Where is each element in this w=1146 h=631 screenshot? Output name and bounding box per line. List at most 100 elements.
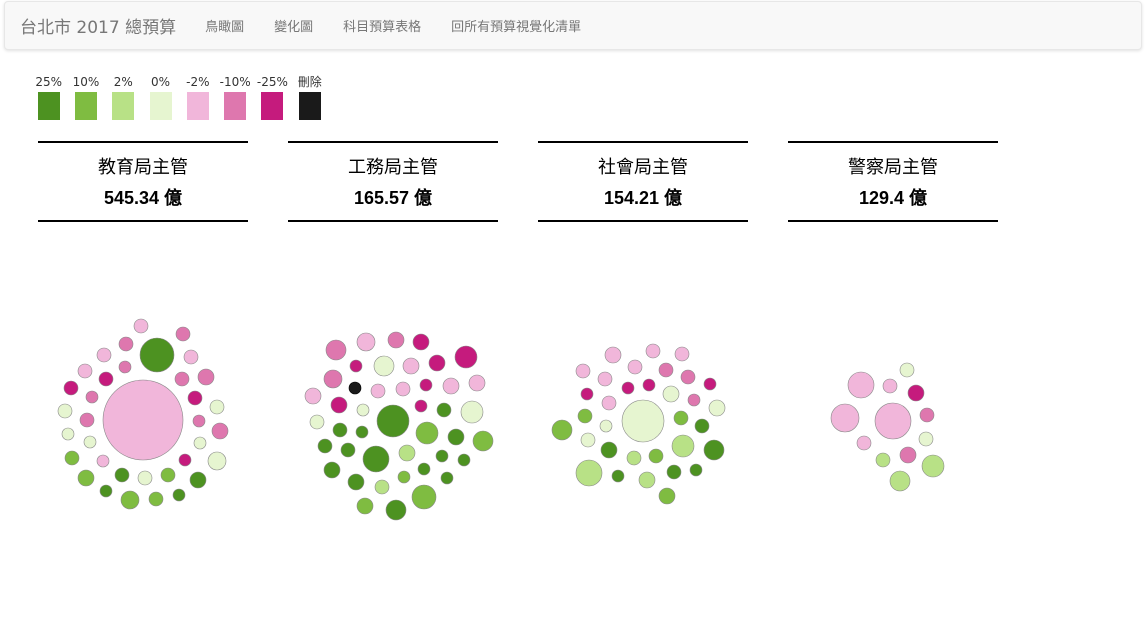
budget-item-bubble[interactable] xyxy=(209,399,225,415)
budget-item-bubble[interactable] xyxy=(374,479,390,495)
budget-item-bubble[interactable] xyxy=(611,469,625,483)
budget-item-bubble[interactable] xyxy=(673,410,689,426)
budget-item-bubble[interactable] xyxy=(398,444,416,462)
budget-item-bubble[interactable] xyxy=(174,371,190,387)
budget-item-bubble[interactable] xyxy=(468,374,486,392)
budget-item-bubble[interactable] xyxy=(183,349,199,365)
budget-item-bubble[interactable] xyxy=(64,450,80,466)
budget-item-bubble[interactable] xyxy=(332,422,348,438)
budget-item-bubble[interactable] xyxy=(385,499,407,521)
budget-item-bubble[interactable] xyxy=(197,368,215,386)
budget-item-bubble[interactable] xyxy=(889,470,911,492)
budget-item-bubble[interactable] xyxy=(621,381,635,395)
budget-item-bubble[interactable] xyxy=(61,427,75,441)
budget-item-bubble[interactable] xyxy=(666,464,682,480)
budget-item-bubble[interactable] xyxy=(674,346,690,362)
budget-item-bubble[interactable] xyxy=(671,434,695,458)
budget-item-bubble[interactable] xyxy=(148,491,164,507)
budget-item-bubble[interactable] xyxy=(348,381,362,395)
budget-item-bubble[interactable] xyxy=(442,377,460,395)
budget-item-bubble[interactable] xyxy=(875,452,891,468)
budget-item-bubble[interactable] xyxy=(77,363,93,379)
budget-item-bubble[interactable] xyxy=(856,435,872,451)
budget-item-bubble[interactable] xyxy=(599,419,613,433)
budget-item-bubble[interactable] xyxy=(830,403,860,433)
budget-item-bubble[interactable] xyxy=(192,414,206,428)
budget-item-bubble[interactable] xyxy=(460,400,484,424)
budget-item-bubble[interactable] xyxy=(83,435,97,449)
budget-item-bubble[interactable] xyxy=(325,339,347,361)
budget-item-bubble[interactable] xyxy=(120,490,140,510)
budget-item-bubble[interactable] xyxy=(387,331,405,349)
budget-item-bubble[interactable] xyxy=(658,362,674,378)
budget-item-bubble[interactable] xyxy=(96,347,112,363)
budget-item-bubble[interactable] xyxy=(207,451,227,471)
budget-item-bubble[interactable] xyxy=(63,380,79,396)
budget-item-bubble[interactable] xyxy=(626,450,642,466)
budget-item-bubble[interactable] xyxy=(882,378,898,394)
budget-item-bubble[interactable] xyxy=(356,332,376,352)
budget-item-bubble[interactable] xyxy=(648,448,664,464)
budget-item-bubble[interactable] xyxy=(397,470,411,484)
budget-item-bubble[interactable] xyxy=(356,497,374,515)
budget-item-bubble[interactable] xyxy=(457,453,471,467)
budget-item-bubble[interactable] xyxy=(575,363,591,379)
budget-item-bubble[interactable] xyxy=(376,404,410,438)
budget-item-bubble[interactable] xyxy=(454,345,478,369)
budget-item-bubble[interactable] xyxy=(689,463,703,477)
budget-item-bubble[interactable] xyxy=(627,359,643,375)
budget-item-bubble[interactable] xyxy=(323,369,343,389)
budget-item-bubble[interactable] xyxy=(575,459,603,487)
budget-item-bubble[interactable] xyxy=(211,422,229,440)
budget-item-bubble[interactable] xyxy=(645,343,661,359)
budget-item-bubble[interactable] xyxy=(85,390,99,404)
budget-item-bubble[interactable] xyxy=(435,449,449,463)
budget-item-bubble[interactable] xyxy=(658,487,676,505)
budget-item-bubble[interactable] xyxy=(580,432,596,448)
budget-item-bubble[interactable] xyxy=(133,318,149,334)
budget-item-bubble[interactable] xyxy=(642,378,656,392)
budget-item-bubble[interactable] xyxy=(703,377,717,391)
budget-item-bubble[interactable] xyxy=(102,379,184,461)
budget-item-bubble[interactable] xyxy=(847,371,875,399)
budget-item-bubble[interactable] xyxy=(178,453,192,467)
budget-item-bubble[interactable] xyxy=(309,414,325,430)
budget-item-bubble[interactable] xyxy=(193,436,207,450)
budget-item-bubble[interactable] xyxy=(172,488,186,502)
budget-item-bubble[interactable] xyxy=(187,390,203,406)
budget-item-bubble[interactable] xyxy=(340,442,356,458)
budget-item-bubble[interactable] xyxy=(411,484,437,510)
budget-item-bubble[interactable] xyxy=(362,445,390,473)
budget-item-bubble[interactable] xyxy=(317,438,333,454)
budget-item-bubble[interactable] xyxy=(304,387,322,405)
budget-item-bubble[interactable] xyxy=(118,360,132,374)
budget-item-bubble[interactable] xyxy=(96,454,110,468)
budget-item-bubble[interactable] xyxy=(436,402,452,418)
budget-item-bubble[interactable] xyxy=(323,461,341,479)
budget-item-bubble[interactable] xyxy=(395,381,411,397)
budget-item-bubble[interactable] xyxy=(680,369,696,385)
budget-item-bubble[interactable] xyxy=(370,383,386,399)
budget-item-bubble[interactable] xyxy=(175,326,191,342)
budget-item-bubble[interactable] xyxy=(580,387,594,401)
budget-item-bubble[interactable] xyxy=(600,441,618,459)
budget-item-bubble[interactable] xyxy=(373,355,395,377)
budget-item-bubble[interactable] xyxy=(428,354,446,372)
budget-item-bubble[interactable] xyxy=(604,346,622,364)
budget-item-bubble[interactable] xyxy=(694,418,710,434)
budget-item-bubble[interactable] xyxy=(356,403,370,417)
budget-item-bubble[interactable] xyxy=(414,399,428,413)
budget-item-bubble[interactable] xyxy=(662,385,680,403)
budget-item-bubble[interactable] xyxy=(921,454,945,478)
budget-item-bubble[interactable] xyxy=(907,384,925,402)
budget-item-bubble[interactable] xyxy=(139,337,175,373)
budget-item-bubble[interactable] xyxy=(638,471,656,489)
budget-item-bubble[interactable] xyxy=(621,399,665,443)
budget-item-bubble[interactable] xyxy=(687,393,701,407)
budget-item-bubble[interactable] xyxy=(412,333,430,351)
budget-item-bubble[interactable] xyxy=(137,470,153,486)
budget-item-bubble[interactable] xyxy=(899,362,915,378)
budget-item-bubble[interactable] xyxy=(874,402,912,440)
budget-item-bubble[interactable] xyxy=(551,419,573,441)
budget-item-bubble[interactable] xyxy=(419,378,433,392)
